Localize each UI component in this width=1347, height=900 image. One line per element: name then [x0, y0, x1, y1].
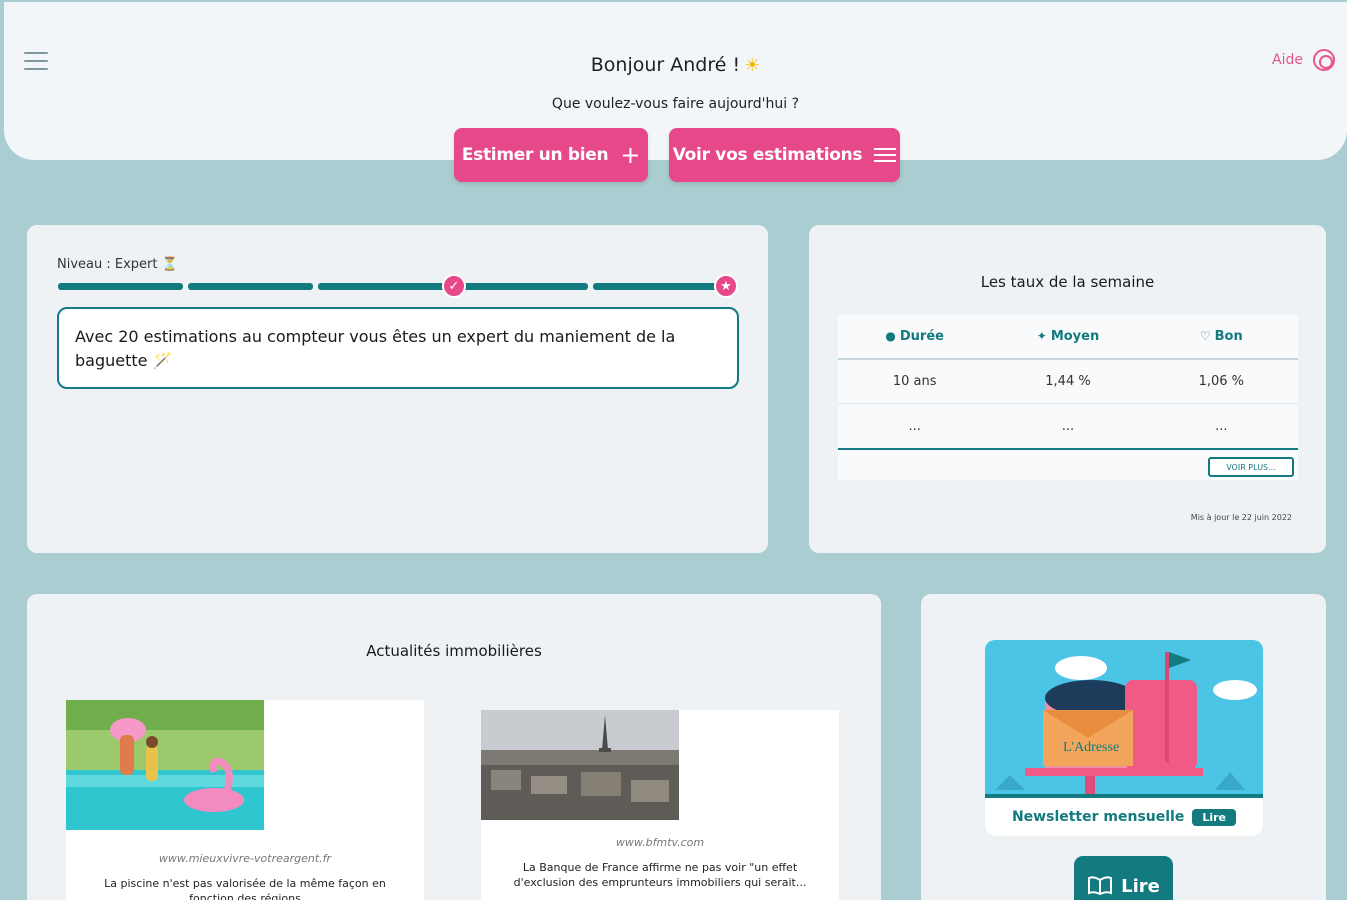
table-cell: 1,44 %	[1045, 374, 1091, 389]
table-cell: 10 ans	[892, 374, 937, 389]
newsletter-card: L'Adresse Newsletter mensuelle Lire Lire	[921, 594, 1326, 900]
column-header: ♡ Bon	[1199, 329, 1243, 344]
table-cell: ...	[908, 418, 921, 434]
level-message: Avec 20 estimations au compteur vous ête…	[57, 307, 739, 389]
column-header: ● Durée	[885, 329, 944, 344]
book-icon	[1088, 876, 1113, 896]
news-headline: La piscine n'est pas valorisée de la mêm…	[104, 877, 386, 900]
table-header: ● Durée ✦ Moyen ♡ Bon	[838, 315, 1298, 360]
news-source: www.bfmtv.com	[615, 836, 705, 849]
lifebuoy-icon	[1313, 49, 1335, 71]
newsletter-band: Newsletter mensuelle Lire	[985, 794, 1263, 836]
greeting: Bonjour André ! ☀	[590, 54, 761, 76]
check-marker-icon: ✓	[442, 274, 466, 298]
hourglass-icon: ⏳	[161, 257, 178, 272]
newsletter-band-button: Lire	[1192, 808, 1237, 826]
table-row: ... ... ...	[838, 404, 1298, 448]
progress-segment	[58, 283, 183, 290]
table-footer: VOIR PLUS...	[838, 448, 1298, 480]
table-cell: 1,06 %	[1198, 374, 1245, 389]
read-newsletter-button[interactable]: Lire	[1074, 856, 1173, 900]
help-link[interactable]: Aide	[1272, 49, 1335, 71]
view-estimations-button[interactable]: Voir vos estimations	[669, 128, 900, 182]
level-label: Niveau : Expert ⏳	[57, 257, 178, 272]
newsletter-label: Newsletter mensuelle	[1011, 809, 1185, 825]
column-header: ✦ Moyen	[1036, 329, 1100, 344]
subtitle: Que voulez-vous faire aujourd'hui ?	[551, 96, 800, 112]
heart-icon: ♡	[1199, 329, 1211, 343]
rates-title: Les taux de la semaine	[980, 273, 1155, 291]
news-title: Actualités immobilières	[366, 642, 542, 660]
plus-icon: +	[620, 141, 641, 169]
pool-photo	[66, 700, 264, 830]
help-label: Aide	[1272, 52, 1303, 68]
table-cell: ...	[1061, 418, 1075, 434]
table-row: 10 ans 1,44 % 1,06 %	[838, 360, 1298, 404]
list-icon	[874, 148, 897, 162]
news-source: www.mieuxvivre-votreargent.fr	[158, 852, 332, 865]
level-progress: ✓ ★	[58, 274, 738, 298]
progress-segment	[188, 283, 313, 290]
estimate-property-button[interactable]: Estimer un bien +	[454, 128, 648, 182]
news-card: Actualités immobilières www.mieuxvivre-v…	[27, 594, 881, 900]
star-marker-icon: ★	[714, 274, 738, 298]
news-headline: La Banque de France affirme ne pas voir …	[513, 861, 807, 889]
sun-icon: ☀	[744, 55, 761, 76]
news-item[interactable]: www.mieuxvivre-votreargent.fr La piscine…	[66, 700, 424, 900]
level-card: Niveau : Expert ⏳ ✓ ★ Avec 20 estimations…	[27, 225, 768, 553]
average-icon: ✦	[1036, 329, 1047, 343]
rates-table: ● Durée ✦ Moyen ♡ Bon 10 ans 1,44 % 1,06 % …	[838, 315, 1298, 480]
paris-photo	[481, 710, 679, 840]
see-more-button[interactable]: VOIR PLUS...	[1208, 457, 1294, 477]
news-item[interactable]: www.bfmtv.com La Banque de France affirm…	[481, 710, 839, 900]
magic-wand-icon: 🪄	[152, 351, 173, 370]
envelope-logo: L'Adresse	[1063, 740, 1120, 755]
table-cell: ...	[1215, 418, 1228, 434]
newsletter-visual[interactable]: L'Adresse Newsletter mensuelle Lire	[985, 640, 1263, 836]
rates-card: Les taux de la semaine ● Durée ✦ Moyen ♡ Bo…	[809, 225, 1326, 553]
duration-icon: ●	[885, 329, 896, 343]
progress-segment	[593, 283, 733, 290]
update-date: Mis à jour le 22 juin 2022	[1190, 513, 1292, 522]
